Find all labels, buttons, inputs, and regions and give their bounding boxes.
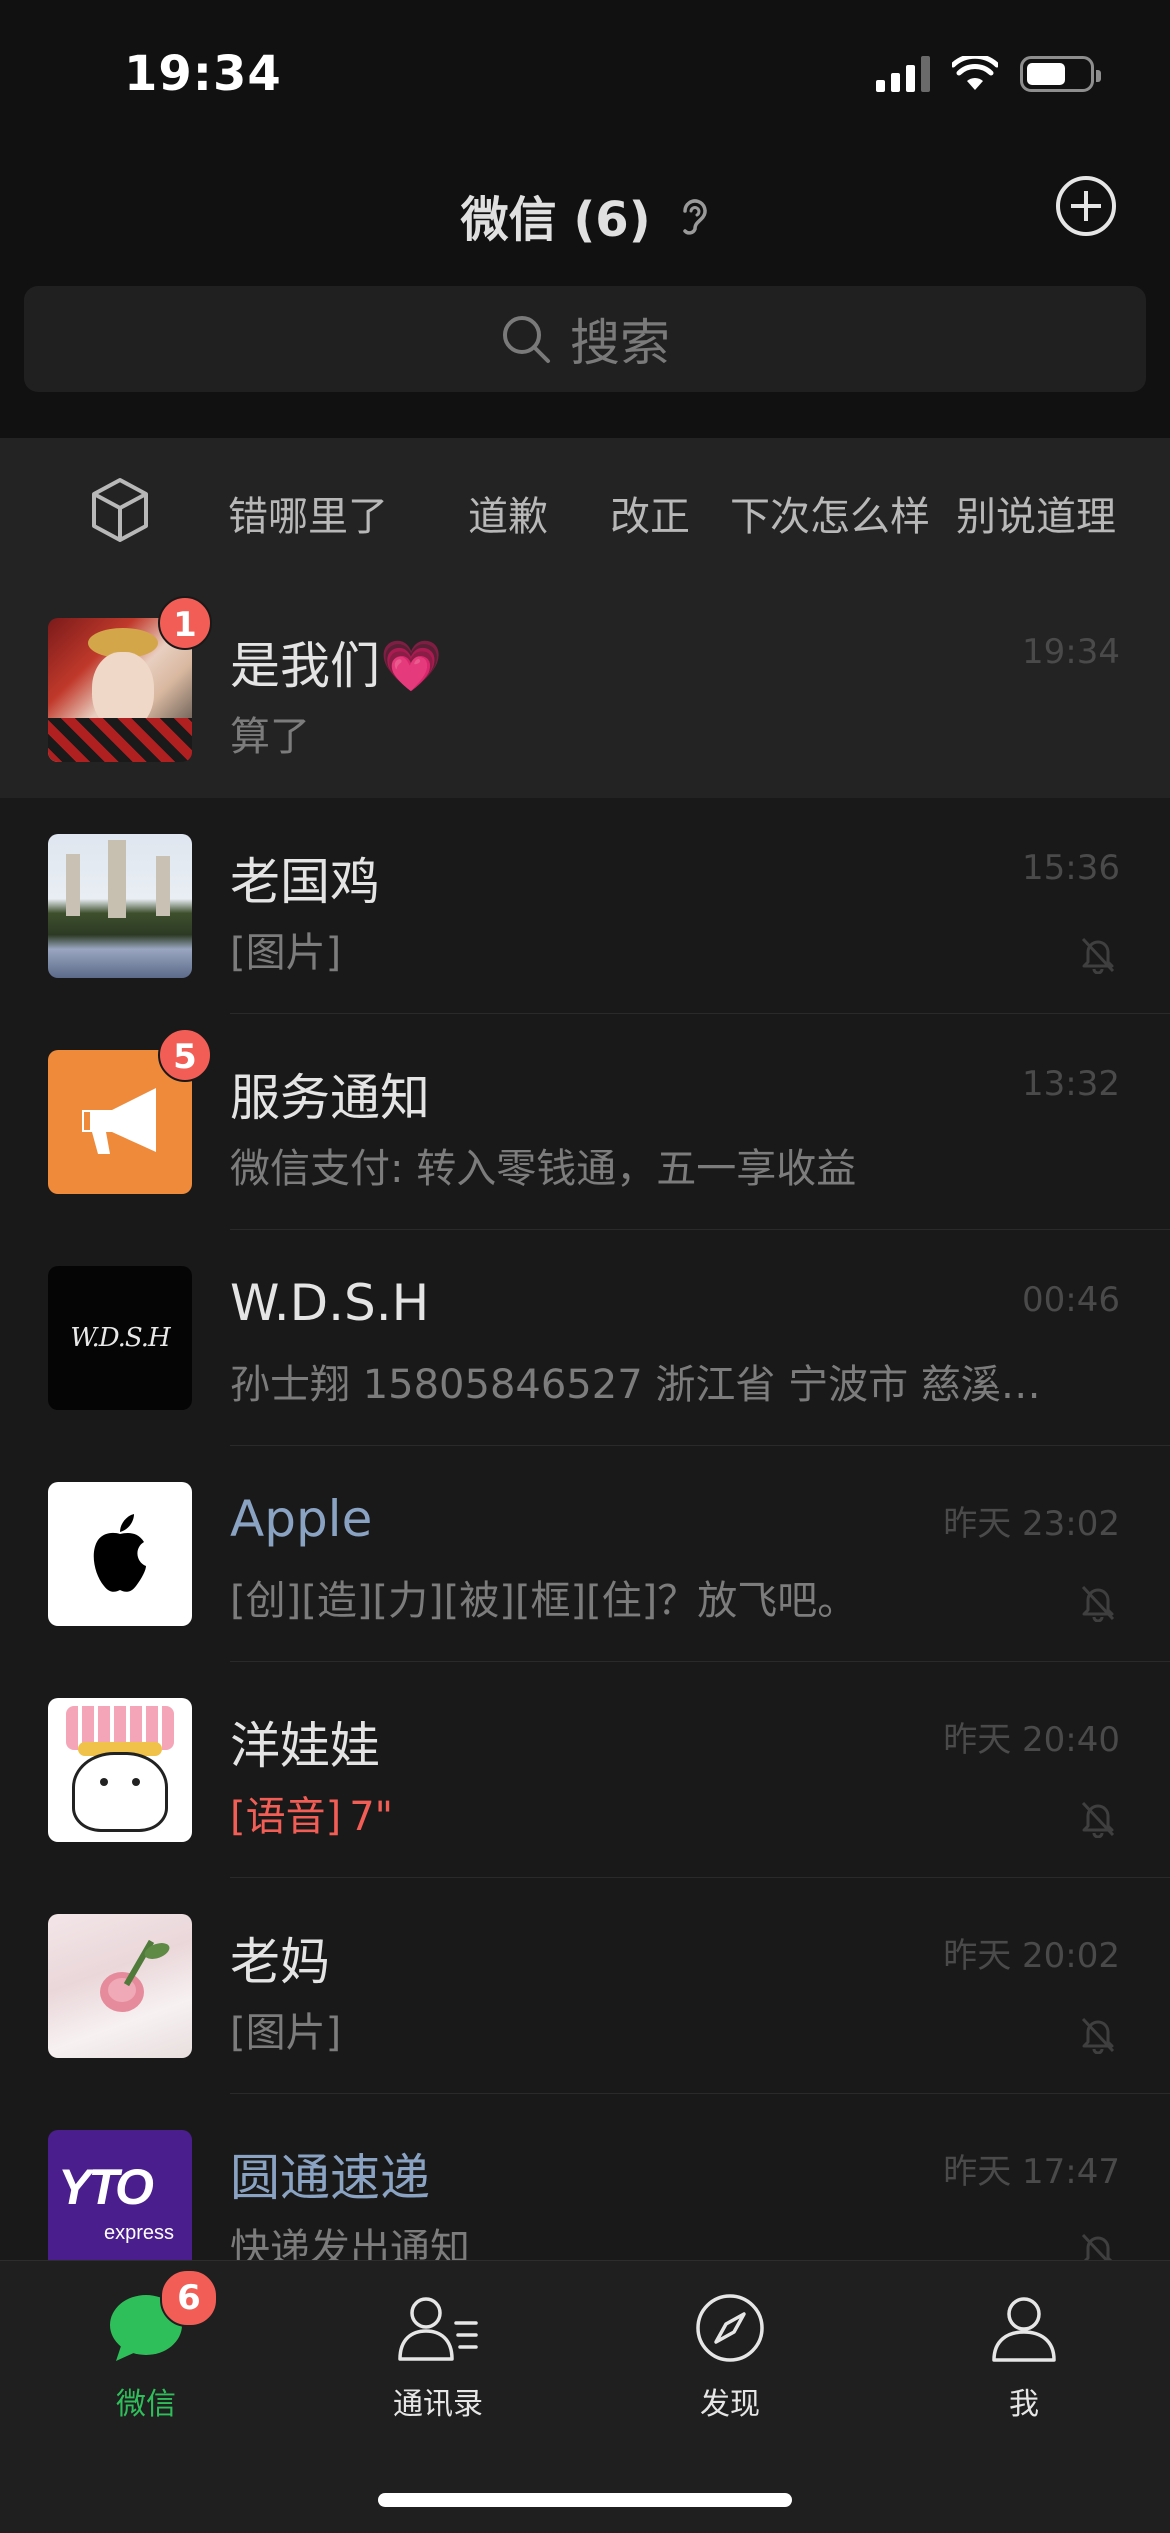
chat-preview: 孙士翔 15805846527 浙江省 宁波市 慈溪… — [230, 1362, 1041, 1408]
page-title-text: 微信 (6) — [460, 192, 651, 248]
avatar-subtext: express — [104, 2222, 175, 2244]
wifi-icon — [952, 56, 998, 90]
tab-label: 通讯录 — [393, 2387, 483, 2422]
chat-name: 圆通速递 — [230, 2149, 430, 2207]
tag-item[interactable]: 改正 — [610, 484, 690, 542]
tab-bar: 微信 6 通讯录 发现 我 — [0, 2260, 1170, 2533]
person-icon — [934, 2283, 1114, 2373]
add-button[interactable] — [1056, 176, 1116, 236]
tag-bar: 错哪里了 道歉 改正 下次怎么样 别说道理 — [0, 438, 1170, 583]
chat-row[interactable]: 洋娃娃 [语音] 7" 昨天 20:40 — [0, 1662, 1170, 1878]
search-area: 搜索 — [0, 280, 1170, 438]
chat-preview: 微信支付: 转入零钱通，五一享收益 — [230, 1146, 857, 1192]
search-placeholder: 搜索 — [570, 314, 670, 372]
chat-name: 洋娃娃 — [230, 1717, 380, 1775]
avatar — [48, 1482, 192, 1626]
chat-time: 19:34 — [1022, 632, 1120, 672]
avatar: YTO express — [48, 2130, 192, 2260]
contacts-icon — [348, 2283, 528, 2373]
tag-item[interactable]: 错哪里了 — [228, 484, 388, 542]
chat-time: 15:36 — [1022, 848, 1120, 888]
mute-bell-icon — [1081, 2017, 1115, 2054]
chat-name: W.D.S.H — [230, 1274, 430, 1332]
chat-name: 是我们💗 — [230, 637, 443, 695]
chat-preview: [创][造][力][被][框][住]？放飞吧。 — [230, 1578, 858, 1624]
chat-time: 昨天 23:02 — [943, 1504, 1120, 1544]
chat-time: 昨天 20:02 — [943, 1936, 1120, 1976]
chat-row[interactable]: W.D.S.H W.D.S.H 孙士翔 15805846527 浙江省 宁波市 … — [0, 1230, 1170, 1446]
avatar — [48, 1914, 192, 2058]
page-title: 微信 (6) — [0, 180, 1170, 251]
apple-logo-icon — [93, 1514, 146, 1592]
chat-time: 昨天 20:40 — [943, 1720, 1120, 1760]
battery-icon — [1020, 56, 1101, 92]
mute-bell-icon — [1081, 1801, 1115, 1838]
avatar: W.D.S.H — [48, 1266, 192, 1410]
voice-duration: 7" — [349, 1794, 394, 1840]
status-icons — [876, 56, 1101, 92]
tab-contacts[interactable]: 通讯录 — [348, 2283, 528, 2433]
tab-label: 我 — [1009, 2387, 1039, 2422]
tab-discover[interactable]: 发现 — [640, 2283, 820, 2433]
tag-item[interactable]: 别说道理 — [956, 484, 1116, 542]
chat-row[interactable]: YTO express 圆通速递 快递发出通知 昨天 17:47 — [0, 2094, 1170, 2260]
mute-bell-icon — [1081, 2233, 1113, 2260]
chat-list: 1 是我们💗 算了 19:34 老国鸡 [图片] 15:36 5 服务通知 微信… — [0, 582, 1170, 2260]
chat-time: 13:32 — [1022, 1064, 1120, 1104]
avatar-text: YTO — [58, 2159, 154, 2215]
megaphone-icon — [82, 1088, 156, 1154]
tab-label: 发现 — [700, 2387, 760, 2422]
chat-time: 昨天 17:47 — [943, 2152, 1120, 2192]
chat-preview: [图片] — [230, 2010, 342, 2056]
search-icon — [503, 316, 550, 363]
tag-item[interactable]: 道歉 — [468, 484, 548, 542]
chat-row[interactable]: 1 是我们💗 算了 19:34 — [0, 582, 1170, 798]
chat-row[interactable]: 老妈 [图片] 昨天 20:02 — [0, 1878, 1170, 2094]
search-input[interactable]: 搜索 — [24, 286, 1146, 392]
compass-icon — [640, 2283, 820, 2373]
chat-preview: 快递发出通知 — [230, 2226, 470, 2260]
cube-icon[interactable] — [88, 476, 152, 544]
tab-label: 微信 — [116, 2387, 176, 2422]
chat-preview: [图片] — [230, 930, 342, 976]
chat-row[interactable]: Apple [创][造][力][被][框][住]？放飞吧。 昨天 23:02 — [0, 1446, 1170, 1662]
home-indicator[interactable] — [378, 2493, 792, 2507]
unread-badge: 1 — [158, 596, 212, 650]
chat-row[interactable]: 5 服务通知 微信支付: 转入零钱通，五一享收益 13:32 — [0, 1014, 1170, 1230]
avatar — [48, 834, 192, 978]
status-time: 19:34 — [124, 46, 282, 102]
mute-bell-icon — [1081, 937, 1115, 974]
chat-time: 00:46 — [1022, 1280, 1120, 1320]
status-bar: 19:34 — [0, 0, 1170, 140]
nav-bar: 微信 (6) — [0, 140, 1170, 280]
mute-bell-icon — [1081, 1585, 1115, 1622]
voice-message-tag: [语音] — [230, 1794, 342, 1840]
chat-name: 老妈 — [230, 1933, 330, 1991]
chat-name: 服务通知 — [230, 1069, 430, 1127]
avatar-text: W.D.S.H — [70, 1323, 170, 1353]
unread-badge: 5 — [158, 1028, 212, 1082]
tab-chats[interactable]: 微信 6 — [56, 2269, 236, 2433]
chat-name: 老国鸡 — [230, 853, 380, 911]
unread-badge: 6 — [160, 2269, 218, 2327]
tag-item[interactable]: 下次怎么样 — [730, 484, 930, 542]
avatar — [48, 1698, 192, 1842]
tab-me[interactable]: 我 — [934, 2283, 1114, 2433]
earpiece-mode-icon — [681, 195, 709, 251]
chat-row[interactable]: 老国鸡 [图片] 15:36 — [0, 798, 1170, 1014]
cellular-signal-icon — [876, 56, 930, 92]
chat-preview: [语音] 7" — [230, 1784, 393, 1842]
chat-preview: 算了 — [230, 714, 310, 760]
chat-name: Apple — [230, 1490, 373, 1548]
